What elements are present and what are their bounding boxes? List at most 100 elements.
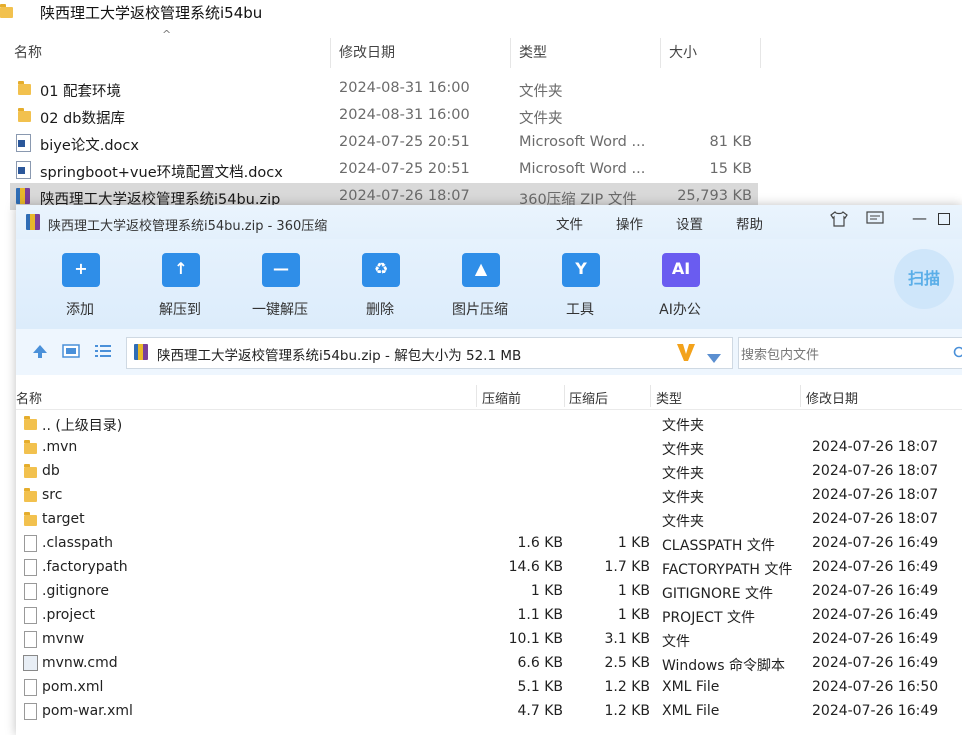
toolbar-button[interactable]: ▲ 图片压缩 [440,251,520,326]
col-type[interactable]: 类型 [519,42,547,62]
col-divider[interactable] [476,385,477,407]
up-arrow-icon[interactable] [32,343,48,363]
file-name: db [42,463,60,479]
col-divider[interactable] [330,38,331,68]
folder-icon [18,81,31,95]
file-size-after: 1.7 KB [604,559,651,575]
toolbar-button[interactable]: ♻ 删除 [340,251,420,326]
file-date: 2024-07-26 16:49 [812,583,939,599]
col-divider[interactable] [800,385,801,407]
feedback-icon[interactable] [866,211,884,231]
explorer-title-bar: 陕西理工大学返校管理系统i54bu [0,0,962,24]
search-input[interactable]: 搜索包内文件 [741,344,819,363]
toolbar-button[interactable]: — 一键解压 [240,251,320,326]
file-icon [24,631,37,648]
menu-file[interactable]: 文件 [556,213,583,233]
file-name: 02 db数据库 [40,111,125,127]
explorer-file-row[interactable]: springboot+vue环境配置文档.docx 2024-07-25 20:5… [10,156,758,183]
col-date[interactable]: 修改日期 [806,388,858,407]
maximize-icon[interactable] [938,213,950,225]
file-date: 2024-07-26 18:07 [812,511,939,527]
skin-icon[interactable] [830,211,848,231]
archive-file-row[interactable]: mvnw.cmd 6.6 KB 2.5 KB Windows 命令脚本 2024-07-… [16,651,962,675]
col-size[interactable]: 大小 [669,42,697,62]
archive-file-row[interactable]: .mvn 文件夹 2024-07-26 18:07 [16,435,962,459]
file-icon [24,583,37,600]
explorer-file-row[interactable]: 02 db数据库 2024-08-31 16:00 文件夹 [10,102,758,129]
file-type: GITIGNORE 文件 [662,586,774,602]
toolbar-button[interactable]: + 添加 [40,251,120,326]
vip-icon[interactable] [675,341,697,367]
search-icon[interactable] [953,345,962,364]
archive-file-row[interactable]: .project 1.1 KB 1 KB PROJECT 文件 2024-07-26 1… [16,603,962,627]
toolbar-button[interactable]: AI AI办公 [640,251,720,326]
archive-path-text: 陕西理工大学返校管理系统i54bu.zip - 解包大小为 52.1 MB [157,348,522,364]
archive-path-field[interactable]: 陕西理工大学返校管理系统i54bu.zip - 解包大小为 52.1 MB [126,337,733,369]
folder-icon [24,440,37,454]
file-name: .classpath [42,535,114,551]
file-name: pom-war.xml [42,703,133,719]
file-type: Microsoft Word ... [519,161,646,177]
col-before[interactable]: 压缩前 [482,388,521,407]
word-doc-icon [16,161,31,179]
explorer-file-row[interactable]: biye论文.docx 2024-07-25 20:51 Microsoft Wor… [10,129,758,156]
toolbar-button[interactable]: Y 工具 [540,251,620,326]
toolbar-button-label: 工具 [566,302,594,318]
explorer-file-row[interactable]: 01 配套环境 2024-08-31 16:00 文件夹 [10,75,758,102]
file-date: 2024-07-26 16:49 [812,559,939,575]
archive-file-row[interactable]: pom-war.xml 4.7 KB 1.2 KB XML File 2024-07-2… [16,699,962,723]
file-date: 2024-07-26 16:49 [812,655,939,671]
toolbar-button[interactable]: ↑ 解压到 [140,251,220,326]
archive-file-row[interactable]: pom.xml 5.1 KB 1.2 KB XML File 2024-07-26 16… [16,675,962,699]
archive-file-row[interactable]: src 文件夹 2024-07-26 18:07 [16,483,962,507]
archive-file-row[interactable]: db 文件夹 2024-07-26 18:07 [16,459,962,483]
archive-file-row[interactable]: .gitignore 1 KB 1 KB GITIGNORE 文件 2024-07-26… [16,579,962,603]
file-name: mvnw.cmd [42,655,118,671]
archive-toolbar: + 添加 ↑ 解压到 — 一键解压 ♻ 删除 ▲ 图片压缩 Y 工具 AI AI办公 扫描 [16,239,962,329]
archive-file-row[interactable]: mvnw 10.1 KB 3.1 KB 文件 2024-07-26 16:49 [16,627,962,651]
image-compress-icon: ▲ [462,253,500,287]
archive-search-box[interactable]: 搜索包内文件 [738,337,962,369]
file-name: pom.xml [42,679,104,695]
file-icon [24,535,37,552]
file-type: XML File [662,703,720,719]
list-view-icon[interactable] [94,343,112,363]
col-divider[interactable] [564,385,565,407]
col-divider[interactable] [660,38,661,68]
file-size-after: 2.5 KB [604,655,651,671]
archive-file-row[interactable]: .. (上级目录) 文件夹 [16,411,962,435]
col-divider[interactable] [760,38,761,68]
scan-button[interactable]: 扫描 [894,249,954,309]
chevron-down-icon[interactable] [707,348,721,367]
folder-icon [24,464,37,478]
file-size-before: 4.7 KB [517,703,564,719]
archive-column-header: 名称 压缩前 压缩后 类型 修改日期 [16,383,962,410]
col-name[interactable]: 名称 [14,42,42,62]
archive-file-row[interactable]: .factorypath 14.6 KB 1.7 KB FACTORYPATH 文件 2… [16,555,962,579]
archive-file-row[interactable]: target 文件夹 2024-07-26 18:07 [16,507,962,531]
col-after[interactable]: 压缩后 [569,388,608,407]
menu-settings[interactable]: 设置 [676,213,703,233]
minimize-icon[interactable]: — [912,209,927,227]
file-size-before: 1.6 KB [517,535,564,551]
file-name: .project [42,607,96,623]
archive-title-bar[interactable]: 陕西理工大学返校管理系统i54bu.zip - 360压缩 文件 操作 设置 帮… [16,205,962,239]
col-name[interactable]: 名称 [16,388,42,407]
file-icon [24,703,37,720]
col-type[interactable]: 类型 [656,388,682,407]
file-size-after: 1.2 KB [604,679,651,695]
col-divider[interactable] [510,38,511,68]
col-divider[interactable] [650,385,651,407]
menu-help[interactable]: 帮助 [736,213,763,233]
file-name: target [42,511,85,527]
file-type: 文件夹 [519,111,563,127]
file-size-before: 5.1 KB [517,679,564,695]
menu-operate[interactable]: 操作 [616,213,643,233]
archive-file-row[interactable]: .classpath 1.6 KB 1 KB CLASSPATH 文件 2024-07-… [16,531,962,555]
explorer-column-header: ^ 名称 修改日期 类型 大小 [0,28,962,72]
file-date: 2024-08-31 16:00 [339,80,470,96]
col-date[interactable]: 修改日期 [339,42,395,62]
folder-icon [24,512,37,526]
file-name: .mvn [42,439,78,455]
thumbnail-view-icon[interactable] [62,343,80,363]
